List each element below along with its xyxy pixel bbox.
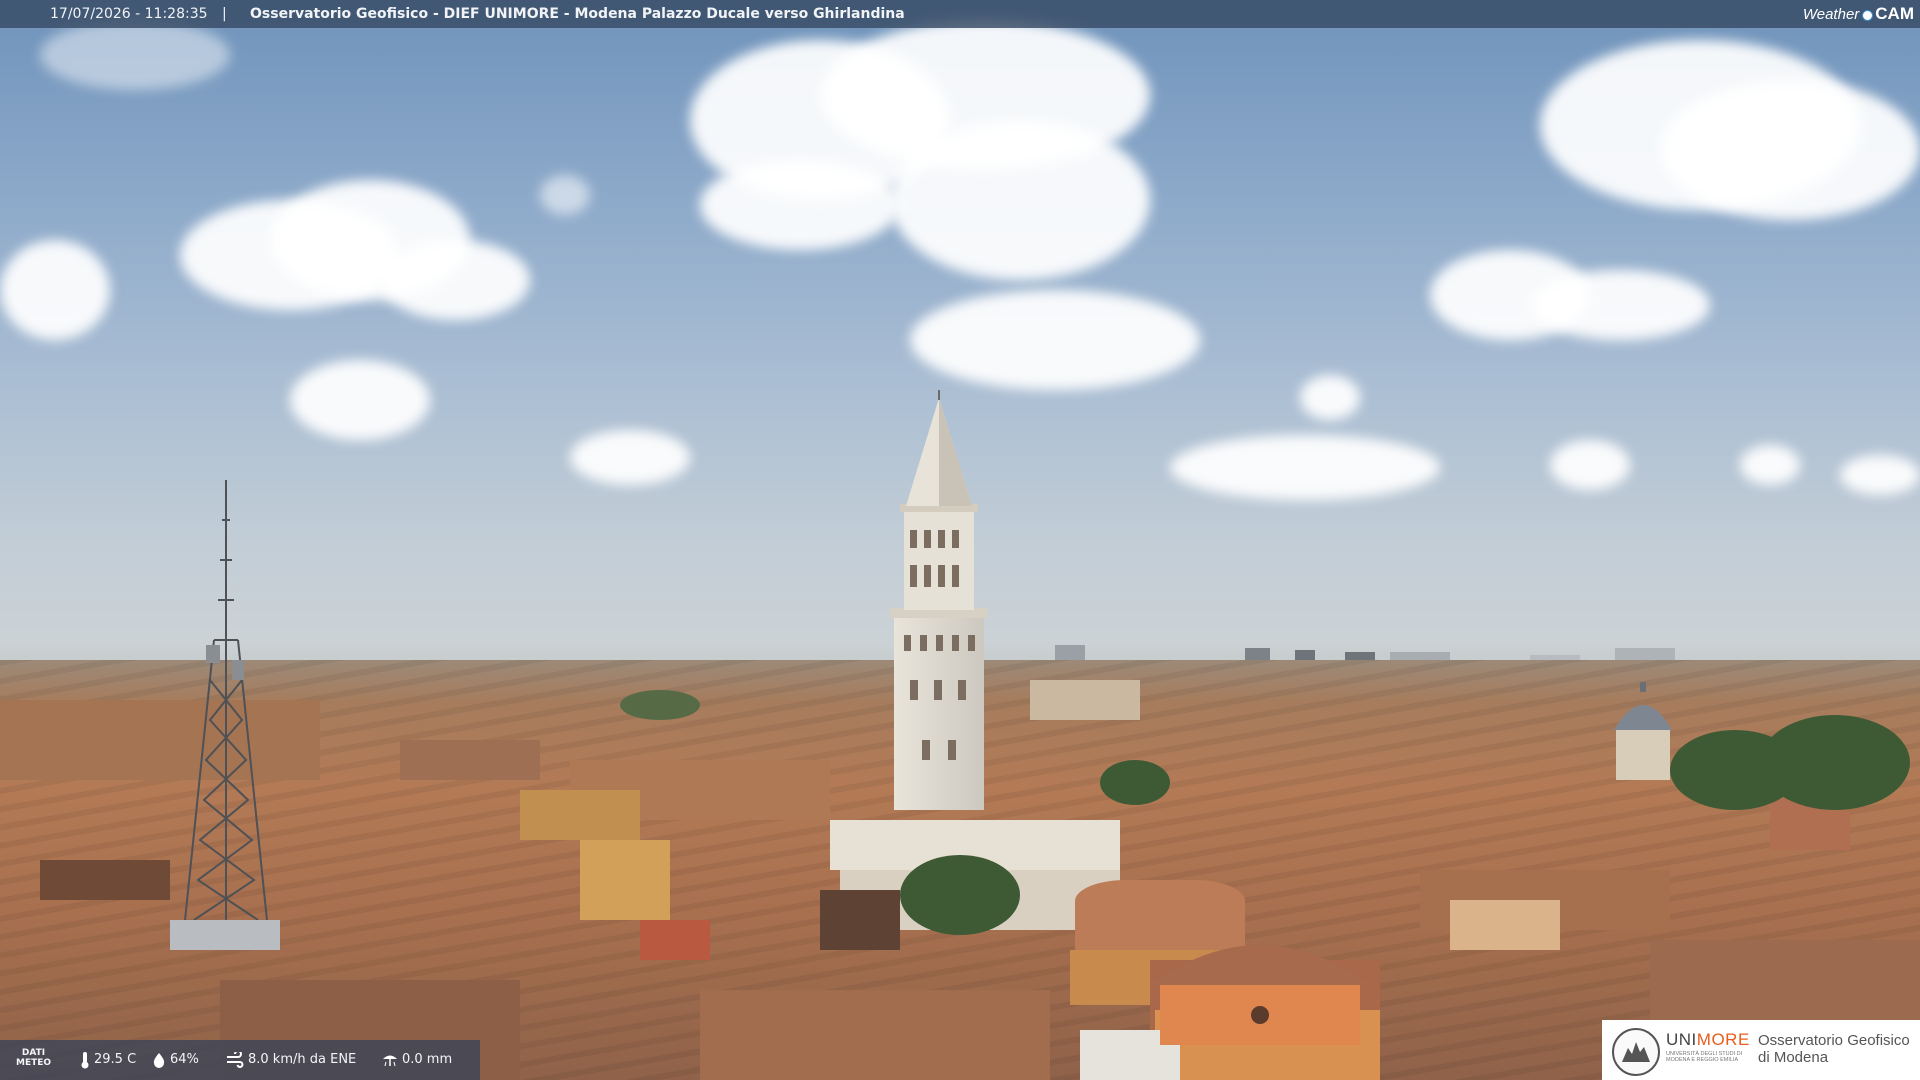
weathercam-logo[interactable]: Weather CAM: [1803, 0, 1920, 28]
rain-reading: 0.0 mm: [382, 1040, 452, 1080]
church-cupola: [1150, 945, 1370, 1045]
top-info-bar: 17/07/2026 - 11:28:35 | Osservatorio Geo…: [0, 0, 1920, 28]
university-name: UNIVERSITÀ DEGLI STUDI DI MODENA E REGGI…: [1666, 1051, 1743, 1063]
meteo-label: DATI METEO: [16, 1048, 52, 1068]
humidity-drop-icon: [153, 1052, 165, 1068]
weathercam-dot-icon: [1862, 9, 1874, 21]
humidity-reading: 64%: [152, 1040, 199, 1080]
camera-title: Osservatorio Geofisico - DIEF UNIMORE - …: [250, 6, 905, 22]
antenna-tower: [170, 480, 280, 950]
timestamp: 17/07/2026 - 11:28:35: [50, 6, 208, 22]
separator: |: [222, 6, 227, 22]
webcam-image: [0, 0, 1920, 1080]
observatory-name: Osservatorio Geofisico di Modena: [1758, 1032, 1910, 1066]
church-dome: [1614, 682, 1672, 780]
unimore-wordmark: UNIMORE: [1666, 1030, 1750, 1049]
temperature-reading: 29.5 C: [80, 1040, 136, 1080]
weather-data-bar: DATI METEO 29.5 C 64% 8.0 km/h da ENE 0.…: [0, 1040, 480, 1080]
unimore-logo-panel[interactable]: UNIMORE UNIVERSITÀ DEGLI STUDI DI MODENA…: [1602, 1020, 1920, 1080]
brand-suffix: CAM: [1875, 4, 1914, 23]
thermometer-icon: [81, 1051, 89, 1068]
ghirlandina-tower: [890, 390, 988, 810]
wind-reading: 8.0 km/h da ENE: [226, 1040, 356, 1080]
university-seal-icon: [1612, 1028, 1660, 1076]
wind-icon: [227, 1049, 244, 1068]
rain-icon: [383, 1055, 397, 1066]
brand-word: Weather: [1802, 6, 1860, 23]
